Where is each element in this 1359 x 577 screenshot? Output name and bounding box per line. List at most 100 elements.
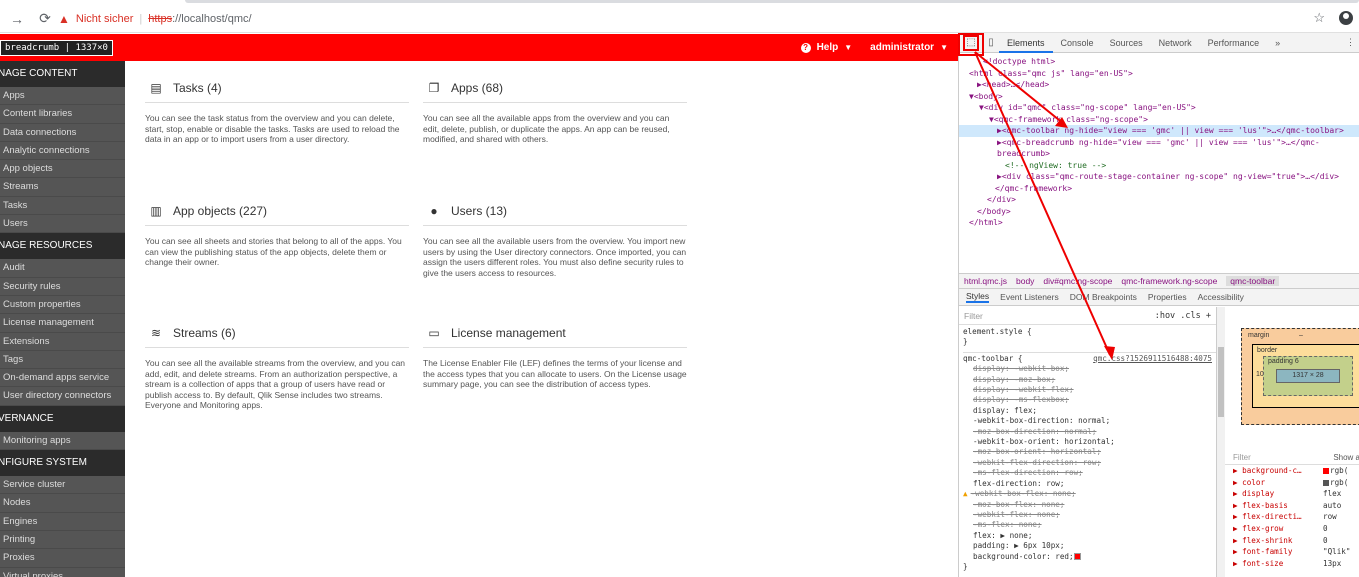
tab-console[interactable]: Console xyxy=(1053,33,1102,53)
address-bar[interactable]: ▲ Nicht sicher | https ://localhost/qmc/ xyxy=(58,8,1328,30)
sidebar-item-on-demand-apps[interactable]: On-demand apps service xyxy=(0,369,125,388)
css-declaration[interactable]: display: -webkit-flex; xyxy=(963,385,1216,395)
subtab-event-listeners[interactable]: Event Listeners xyxy=(1000,292,1059,302)
subtab-properties[interactable]: Properties xyxy=(1148,292,1187,302)
tile-title[interactable]: Apps (68) xyxy=(451,81,503,95)
css-declaration[interactable]: -ms-flex-direction: row; xyxy=(963,468,1216,478)
sidebar-item-service-cluster[interactable]: Service cluster xyxy=(0,476,125,495)
sidebar-item-audit[interactable]: Audit xyxy=(0,259,125,278)
tab-elements[interactable]: Elements xyxy=(999,33,1053,53)
device-toggle-icon[interactable]: ▯ xyxy=(983,35,999,51)
computed-row[interactable]: ▶ display flex xyxy=(1225,488,1359,500)
expand-icon[interactable]: ▶ xyxy=(1233,489,1242,498)
color-swatch-icon[interactable] xyxy=(1073,553,1081,561)
computed-row[interactable]: ▶ font-size 13px xyxy=(1225,558,1359,570)
css-declaration[interactable]: ▲ -webkit-box-flex: none; xyxy=(963,489,1216,499)
sidebar-item-users[interactable]: Users xyxy=(0,215,125,234)
tile-title[interactable]: Tasks (4) xyxy=(173,81,222,95)
computed-row[interactable]: ▶ font-family "Qlik" xyxy=(1225,546,1359,558)
computed-row[interactable]: ▶ flex-shrink 0 xyxy=(1225,535,1359,547)
dom-comment[interactable]: <!-- ngView: true --> xyxy=(969,160,1359,172)
css-declaration[interactable]: -webkit-flex-direction: row; xyxy=(963,458,1216,468)
sidebar-item-license-management[interactable]: License management xyxy=(0,314,125,333)
dom-node[interactable]: ▶<div class="qmc-route-stage-container n… xyxy=(969,171,1359,183)
tile-tasks[interactable]: ▤ Tasks (4) You can see the task status f… xyxy=(145,73,409,145)
subtab-styles[interactable]: Styles xyxy=(966,291,990,303)
css-declaration[interactable]: display: -webkit-box; xyxy=(963,364,1216,374)
sidebar-item-tags[interactable]: Tags xyxy=(0,350,125,370)
dom-node[interactable]: ▼<qmc-framework class="ng-scope"> xyxy=(969,114,1359,126)
chevron-down-icon[interactable]: ▼ xyxy=(940,43,948,52)
dom-crumb[interactable]: div#qmc.ng-scope xyxy=(1043,276,1112,286)
expand-icon[interactable]: ▶ xyxy=(1233,512,1242,521)
tab-performance[interactable]: Performance xyxy=(1200,33,1268,53)
subtab-accessibility[interactable]: Accessibility xyxy=(1198,292,1244,302)
sidebar-item-apps[interactable]: Apps xyxy=(0,87,125,106)
dom-node[interactable]: ▼<body> xyxy=(969,91,1359,103)
tile-title[interactable]: App objects (227) xyxy=(173,204,267,218)
tile-title[interactable]: License management xyxy=(451,326,566,340)
computed-show-all-checkbox[interactable]: Show a xyxy=(1333,452,1359,464)
tile-streams[interactable]: ≋ Streams (6) You can see all the availab… xyxy=(145,318,409,411)
computed-row[interactable]: ▶ color rgb( xyxy=(1225,477,1359,489)
tab-sources[interactable]: Sources xyxy=(1102,33,1151,53)
tile-title[interactable]: Streams (6) xyxy=(173,326,236,340)
sidebar-item-proxies[interactable]: Proxies xyxy=(0,549,125,568)
scrollbar-thumb[interactable] xyxy=(1218,347,1224,417)
user-menu[interactable]: administrator xyxy=(870,42,934,53)
help-icon[interactable]: ? xyxy=(800,42,811,53)
profile-icon[interactable] xyxy=(1339,11,1353,25)
dom-node[interactable]: <!doctype html> xyxy=(969,56,1359,68)
sidebar-item-printing[interactable]: Printing xyxy=(0,530,125,550)
sidebar-item-tasks[interactable]: Tasks xyxy=(0,196,125,216)
sidebar-item-user-directory-connectors[interactable]: User directory connectors xyxy=(0,387,125,406)
expand-icon[interactable]: ▶ xyxy=(1233,559,1242,568)
rule-selector[interactable]: qmc-toolbar { xyxy=(963,354,1022,363)
computed-row[interactable]: ▶ background-c… rgb( xyxy=(1225,465,1359,477)
bookmark-star-icon[interactable]: ☆ xyxy=(1313,10,1325,26)
css-declaration[interactable]: display: flex; xyxy=(963,406,1216,416)
computed-row[interactable]: ▶ flex-basis auto xyxy=(1225,500,1359,512)
dom-node-selected[interactable]: ▶<qmc-toolbar ng-hide="view === 'gmc' ||… xyxy=(959,125,1359,137)
reload-icon[interactable]: ⟳ xyxy=(34,8,56,30)
sidebar-item-streams[interactable]: Streams xyxy=(0,178,125,197)
styles-filter-controls[interactable]: :hov .cls + xyxy=(1155,311,1211,321)
tile-license-management[interactable]: ▭ License management The License Enabler … xyxy=(423,318,687,390)
dom-node[interactable]: ▶<head>…</head> xyxy=(969,79,1359,91)
computed-filter-input[interactable]: Filter xyxy=(1233,452,1251,464)
expand-icon[interactable]: ▶ xyxy=(1233,501,1242,510)
dom-node[interactable]: </div> xyxy=(969,194,1359,206)
dom-node[interactable]: <html class="qmc js" lang="en-US"> xyxy=(969,68,1359,80)
dom-crumb[interactable]: qmc-framework.ng-scope xyxy=(1121,276,1217,286)
sidebar-item-virtual-proxies[interactable]: Virtual proxies xyxy=(0,567,125,577)
css-declaration[interactable]: -ms-flex: none; xyxy=(963,520,1216,530)
dom-node[interactable]: </qmc-framework> xyxy=(969,183,1359,195)
more-tabs-icon[interactable]: » xyxy=(1267,33,1288,53)
css-declaration[interactable]: -webkit-box-direction: normal; xyxy=(963,416,1216,426)
subtab-dom-breakpoints[interactable]: DOM Breakpoints xyxy=(1070,292,1137,302)
sidebar-item-nodes[interactable]: Nodes xyxy=(0,494,125,513)
dom-node[interactable]: breadcrumb> xyxy=(969,148,1359,160)
css-declaration[interactable]: -moz-box-direction: normal; xyxy=(963,427,1216,437)
sidebar-item-content-libraries[interactable]: Content libraries xyxy=(0,105,125,124)
forward-icon[interactable]: → xyxy=(6,8,28,30)
sidebar-item-analytic-connections[interactable]: Analytic connections xyxy=(0,141,125,161)
sidebar-item-security-rules[interactable]: Security rules xyxy=(0,277,125,296)
element-style-rule[interactable]: element.style { xyxy=(963,327,1216,337)
sidebar-item-monitoring-apps[interactable]: Monitoring apps xyxy=(0,431,125,451)
chevron-down-icon[interactable]: ▼ xyxy=(844,43,852,52)
dom-crumb-current[interactable]: qmc-toolbar xyxy=(1226,276,1280,286)
dom-node[interactable]: </html> xyxy=(969,217,1359,229)
dom-node[interactable]: ▶<qmc-breadcrumb ng-hide="view === 'gmc'… xyxy=(969,137,1359,149)
sidebar-item-engines[interactable]: Engines xyxy=(0,512,125,531)
css-declaration[interactable]: display: -moz-box; xyxy=(963,375,1216,385)
sidebar-item-app-objects[interactable]: App objects xyxy=(0,160,125,179)
inspect-element-icon[interactable]: ⬚ xyxy=(963,34,979,51)
expand-icon[interactable]: ▶ xyxy=(1233,466,1242,475)
sidebar-item-data-connections[interactable]: Data connections xyxy=(0,123,125,142)
expand-icon[interactable]: ▶ xyxy=(1233,536,1242,545)
css-declaration[interactable]: padding: ▶ 6px 10px; xyxy=(963,541,1216,551)
rule-source-link[interactable]: qmc.css?1526911516488:4075 xyxy=(1093,354,1212,364)
styles-scrollbar[interactable] xyxy=(1217,307,1225,577)
tile-app-objects[interactable]: ▥ App objects (227) You can see all sheet… xyxy=(145,196,409,268)
